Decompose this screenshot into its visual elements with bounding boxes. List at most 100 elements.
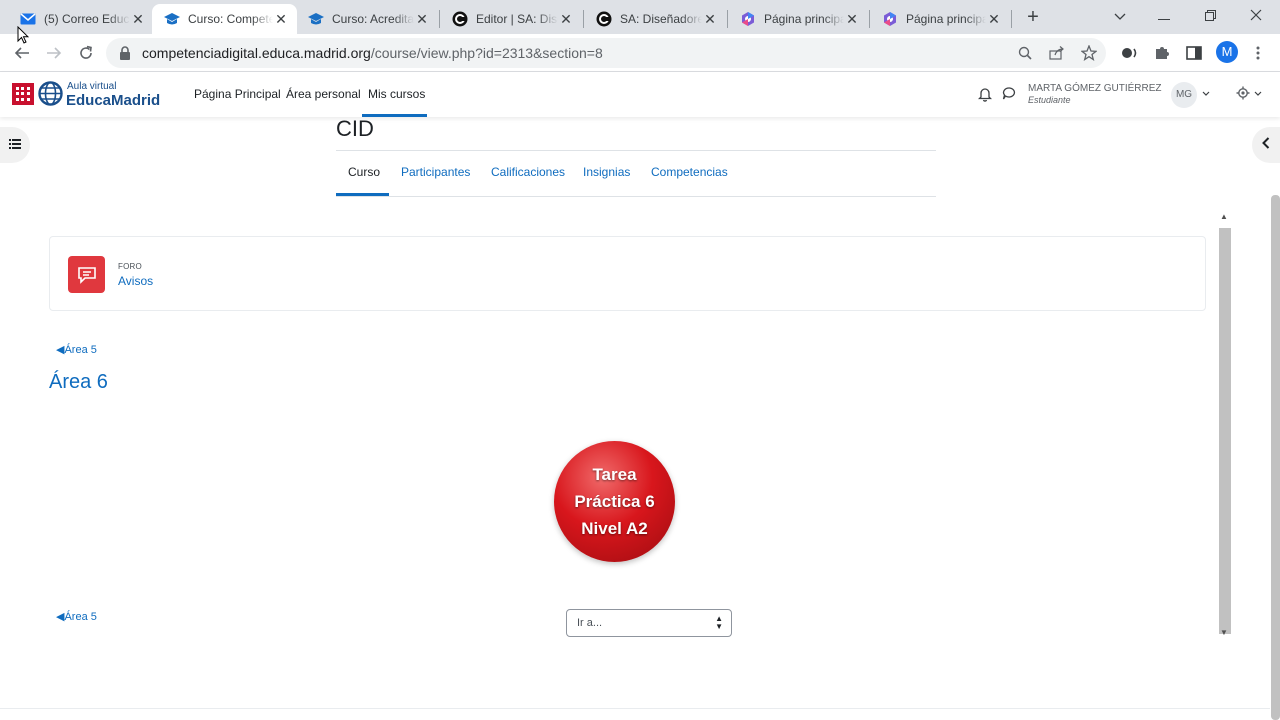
forum-link[interactable]: Avisos (118, 274, 153, 288)
tab-title: Editor | SA: Diseñador (476, 12, 558, 26)
tab-title: (5) Correo EducaMadrid (44, 12, 130, 26)
browser-tab-pagina-1[interactable]: Página principal ✕ (728, 4, 868, 34)
nav-pagina-principal[interactable]: Página Principal (194, 87, 281, 101)
block-drawer-toggle[interactable] (1252, 127, 1280, 163)
prev-section-link-bottom[interactable]: ◀Área 5 (56, 610, 97, 623)
tab-close-icon[interactable]: ✕ (273, 11, 289, 27)
settings-chevron-icon[interactable] (1254, 88, 1262, 98)
jump-to-value: Ir a... (577, 617, 603, 629)
bookmark-star-icon[interactable] (1078, 42, 1100, 64)
course-index-toggle[interactable] (0, 127, 30, 163)
content-scrollbar[interactable]: ▲ ▼ (1218, 210, 1232, 640)
prev-section-link[interactable]: ◀Área 5 (56, 343, 97, 356)
colorful-logo-icon (882, 11, 898, 27)
task-badge: Tarea Práctica 6 Nivel A2 (554, 441, 675, 562)
address-bar[interactable]: competenciadigital.educa.madrid.org/cour… (106, 38, 1106, 68)
divider (336, 196, 936, 197)
browser-tab-acreditacion[interactable]: Curso: Acreditación ✕ (296, 4, 438, 34)
tab-participantes[interactable]: Participantes (401, 165, 470, 179)
nav-area-personal[interactable]: Área personal (286, 87, 361, 101)
tab-title: Página principal (906, 12, 986, 26)
tab-close-icon[interactable]: ✕ (702, 11, 718, 27)
page-scrollbar-thumb[interactable] (1271, 195, 1280, 720)
tab-search-chevron-icon[interactable] (1100, 4, 1140, 28)
mail-icon (20, 11, 36, 27)
user-avatar[interactable]: MG (1171, 82, 1197, 108)
profile-avatar[interactable]: M (1216, 41, 1238, 63)
browser-tab-editor[interactable]: Editor | SA: Diseñador ✕ (440, 4, 582, 34)
scrollbar-thumb[interactable] (1219, 228, 1231, 634)
tab-calificaciones[interactable]: Calificaciones (491, 165, 565, 179)
educamadrid-globe-icon (38, 81, 63, 106)
moodle-header: Aula virtual EducaMadrid Página Principa… (0, 72, 1280, 117)
badge-line-3: Nivel A2 (581, 519, 648, 538)
window-close-icon[interactable] (1236, 4, 1276, 28)
tab-close-icon[interactable]: ✕ (130, 11, 146, 27)
tab-title: Página principal (764, 12, 844, 26)
zoom-icon[interactable] (1014, 42, 1036, 64)
scroll-up-arrow-icon[interactable]: ▲ (1220, 212, 1228, 221)
url-path: /course/view.php?id=2313&section=8 (370, 45, 603, 61)
settings-gear-icon[interactable] (1236, 86, 1252, 102)
jump-to-select[interactable]: Ir a... ▲ ▼ (566, 609, 732, 637)
reload-icon[interactable] (74, 41, 98, 65)
madrid-flag-icon (12, 83, 34, 105)
footer-divider (0, 708, 1270, 709)
tab-curso[interactable]: Curso (348, 165, 380, 179)
user-menu-chevron-icon[interactable] (1202, 88, 1210, 98)
url-host: competenciadigital.educa.madrid.org (142, 45, 371, 61)
tab-close-icon[interactable]: ✕ (844, 11, 860, 27)
forum-icon[interactable] (68, 256, 105, 293)
forward-arrow-icon[interactable] (42, 41, 66, 65)
browser-tab-strip: (5) Correo EducaMadrid ✕ Curso: Competen… (0, 0, 1280, 34)
badge-line-2: Práctica 6 (574, 492, 655, 511)
browser-tab-pagina-2[interactable]: Página principal ✕ (870, 4, 1010, 34)
chevron-left-icon (1262, 136, 1270, 154)
new-tab-icon[interactable]: + (1022, 6, 1044, 28)
tab-title: Curso: Acreditación (332, 12, 414, 26)
lock-icon[interactable] (118, 45, 134, 61)
tab-close-icon[interactable]: ✕ (558, 11, 574, 27)
task-badge-image[interactable]: Tarea Práctica 6 Nivel A2 (539, 428, 691, 576)
section-title: Área 6 (49, 371, 108, 393)
media-control-icon[interactable] (1119, 42, 1141, 64)
minimize-icon[interactable] (1144, 4, 1184, 28)
c-logo-icon (596, 11, 612, 27)
browser-tab-mail[interactable]: (5) Correo EducaMadrid ✕ (8, 4, 154, 34)
tab-competencias[interactable]: Competencias (651, 165, 728, 179)
browser-toolbar: competenciadigital.educa.madrid.org/cour… (0, 34, 1280, 72)
browser-tab-disenadores[interactable]: SA: Diseñadores ✕ (584, 4, 726, 34)
tab-insignias[interactable]: Insignias (583, 165, 630, 179)
bell-icon[interactable] (977, 86, 994, 102)
restore-icon[interactable] (1190, 4, 1230, 28)
nav-mis-cursos[interactable]: Mis cursos (368, 87, 425, 101)
browser-tab-course[interactable]: Curso: Competencia Digital ✕ (152, 4, 297, 34)
tab-title: Curso: Competencia Digital (188, 12, 273, 26)
activity-type-label: FORO (118, 262, 142, 271)
divider (336, 150, 936, 151)
back-arrow-icon[interactable] (10, 41, 34, 65)
user-role: Estudiante (1028, 95, 1071, 105)
course-title: CID (336, 116, 374, 141)
side-panel-icon[interactable] (1183, 42, 1205, 64)
colorful-logo-icon (740, 11, 756, 27)
user-name[interactable]: MARTA GÓMEZ GUTIÉRREZ (1028, 83, 1162, 94)
tab-title: SA: Diseñadores (620, 12, 702, 26)
select-arrows-icon: ▲ ▼ (715, 614, 723, 631)
tab-separator (1011, 10, 1012, 28)
logo-title[interactable]: EducaMadrid (66, 92, 160, 109)
mouse-cursor-icon (17, 25, 30, 44)
badge-line-1: Tarea (592, 465, 637, 484)
share-icon[interactable] (1046, 42, 1068, 64)
url-text: competenciadigital.educa.madrid.org/cour… (142, 45, 603, 61)
chat-bubble-icon[interactable] (1002, 86, 1018, 102)
logo-subtitle: Aula virtual (67, 81, 117, 92)
scroll-down-arrow-icon[interactable]: ▼ (1220, 628, 1228, 637)
forum-activity-card: FORO Avisos (49, 236, 1206, 311)
tab-close-icon[interactable]: ✕ (986, 11, 1002, 27)
tab-close-icon[interactable]: ✕ (414, 11, 430, 27)
moodle-cap-icon (164, 11, 180, 27)
extensions-puzzle-icon[interactable] (1151, 42, 1173, 64)
kebab-menu-icon[interactable] (1247, 42, 1269, 64)
nav-active-indicator (362, 114, 427, 117)
